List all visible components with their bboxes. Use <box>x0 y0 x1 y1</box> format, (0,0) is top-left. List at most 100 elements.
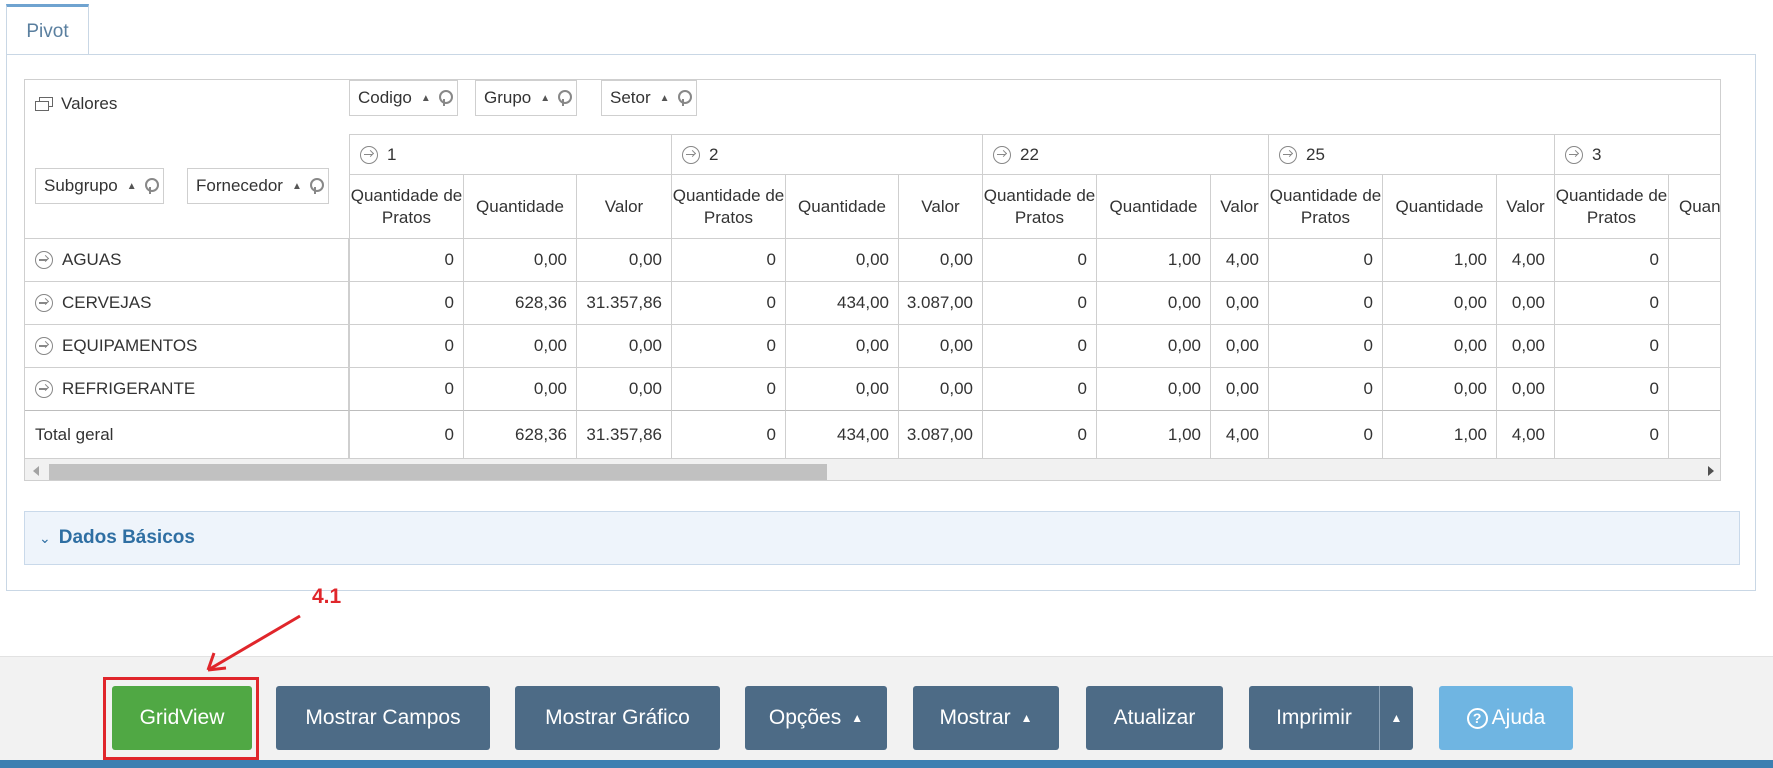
total-cell: 0 <box>349 410 463 458</box>
table-cell: 0 <box>349 324 463 367</box>
filter-icon[interactable] <box>144 178 159 194</box>
expand-arrow-icon[interactable] <box>35 294 53 312</box>
imprimir-dropdown-button[interactable]: ▲ <box>1380 686 1413 750</box>
atualizar-label: Atualizar <box>1113 706 1196 729</box>
imprimir-button[interactable]: Imprimir <box>1249 686 1379 750</box>
column-group-label: 22 <box>1020 144 1039 164</box>
row-header-label: EQUIPAMENTOS <box>62 336 198 355</box>
table-cell: 0,00 <box>1382 367 1496 410</box>
measure-header: Valor <box>898 174 982 238</box>
measure-header: Quan <box>1668 174 1720 238</box>
mostrar-label: Mostrar <box>939 706 1011 729</box>
measure-header: Valor <box>576 174 671 238</box>
imprimir-label: Imprimir <box>1276 706 1352 729</box>
measure-header: Quantidade <box>1382 174 1496 238</box>
column-group-header[interactable]: 3 <box>1554 134 1720 174</box>
expand-arrow-icon[interactable] <box>1279 145 1297 164</box>
column-group-header[interactable]: 2 <box>671 134 982 174</box>
mostrar-button[interactable]: Mostrar ▲ <box>913 686 1059 750</box>
total-cell: 628,36 <box>463 410 576 458</box>
row-field-fornecedor[interactable]: Fornecedor ▲ <box>187 168 329 204</box>
mostrar-campos-label: Mostrar Campos <box>305 706 461 729</box>
expand-arrow-icon[interactable] <box>360 145 378 164</box>
column-group-label: 1 <box>387 144 397 164</box>
expand-arrow-icon[interactable] <box>1565 145 1583 164</box>
annotation-label: 4.1 <box>312 585 342 608</box>
table-cell: 0 <box>1268 281 1382 324</box>
table-cell: 4,00 <box>1496 238 1554 281</box>
table-cell: 434,00 <box>785 281 898 324</box>
table-cell: 0 <box>349 367 463 410</box>
atualizar-button[interactable]: Atualizar <box>1086 686 1223 750</box>
table-cell: 31.357,86 <box>576 281 671 324</box>
table-cell: 0,00 <box>576 324 671 367</box>
table-cell: 0 <box>982 367 1096 410</box>
table-cell: 4,00 <box>1210 238 1268 281</box>
tab-pivot[interactable]: Pivot <box>6 4 89 56</box>
filter-icon[interactable] <box>438 90 453 106</box>
data-fields-icon <box>35 97 53 111</box>
filter-icon[interactable] <box>558 90 573 106</box>
measure-header: Quantidade <box>463 174 576 238</box>
mostrar-grafico-button[interactable]: Mostrar Gráfico <box>515 686 720 750</box>
row-field-subgrupo[interactable]: Subgrupo ▲ <box>35 168 164 204</box>
table-cell: 0,00 <box>898 367 982 410</box>
column-group-header[interactable]: 25 <box>1268 134 1554 174</box>
filter-icon[interactable] <box>677 90 692 106</box>
table-cell: 0 <box>1268 324 1382 367</box>
expand-arrow-icon[interactable] <box>35 337 53 355</box>
total-cell <box>1668 410 1720 458</box>
horizontal-scrollbar[interactable] <box>25 458 1720 480</box>
filter-icon[interactable] <box>309 178 324 194</box>
column-field-setor[interactable]: Setor ▲ <box>601 80 697 116</box>
table-cell: 0,00 <box>1382 324 1496 367</box>
annotation-arrow-icon <box>206 614 301 672</box>
column-field-codigo[interactable]: Codigo ▲ <box>349 80 458 116</box>
column-field-grupo[interactable]: Grupo ▲ <box>475 80 578 116</box>
table-cell: 0 <box>349 238 463 281</box>
total-cell: 0 <box>1268 410 1382 458</box>
scroll-left-icon[interactable] <box>33 466 39 476</box>
row-header-equipamentos[interactable]: EQUIPAMENTOS <box>25 324 349 367</box>
dados-basicos-panel[interactable]: ⌄ Dados Básicos <box>24 511 1740 565</box>
total-cell: 1,00 <box>1096 410 1210 458</box>
caret-up-icon: ▲ <box>851 711 864 725</box>
scroll-right-icon[interactable] <box>1708 466 1714 476</box>
row-header-cervejas[interactable]: CERVEJAS <box>25 281 349 324</box>
total-cell: 0 <box>1554 410 1668 458</box>
expand-arrow-icon[interactable] <box>993 145 1011 164</box>
row-header-aguas[interactable]: AGUAS <box>25 238 349 281</box>
table-cell: 0,00 <box>1096 367 1210 410</box>
measure-header: Quantidade <box>785 174 898 238</box>
measure-header: Quantidade de Pratos <box>349 174 463 238</box>
expand-arrow-icon[interactable] <box>35 251 53 269</box>
row-field-label: Fornecedor <box>196 176 283 195</box>
sort-asc-icon[interactable]: ▲ <box>540 93 550 104</box>
total-cell: 1,00 <box>1382 410 1496 458</box>
sort-asc-icon[interactable]: ▲ <box>660 93 670 104</box>
table-cell: 3.087,00 <box>898 281 982 324</box>
tab-pivot-label: Pivot <box>26 20 69 42</box>
table-cell: 0,00 <box>463 367 576 410</box>
table-cell: 628,36 <box>463 281 576 324</box>
expand-arrow-icon[interactable] <box>35 380 53 398</box>
measure-header: Valor <box>1496 174 1554 238</box>
row-header-label: CERVEJAS <box>62 293 152 312</box>
mostrar-campos-button[interactable]: Mostrar Campos <box>276 686 490 750</box>
column-group-header[interactable]: 22 <box>982 134 1268 174</box>
sort-asc-icon[interactable]: ▲ <box>127 181 137 192</box>
table-cell: 0,00 <box>1496 367 1554 410</box>
total-cell: 4,00 <box>1496 410 1554 458</box>
measure-header: Valor <box>1210 174 1268 238</box>
ajuda-button[interactable]: ? Ajuda <box>1439 686 1573 750</box>
row-header-refrigerante[interactable]: REFRIGERANTE <box>25 367 349 410</box>
sort-asc-icon[interactable]: ▲ <box>292 181 302 192</box>
scrollbar-thumb[interactable] <box>49 464 827 480</box>
column-group-header[interactable]: 1 <box>349 134 671 174</box>
opcoes-button[interactable]: Opções ▲ <box>745 686 887 750</box>
table-cell: 0 <box>1268 238 1382 281</box>
table-cell: 0,00 <box>463 238 576 281</box>
expand-arrow-icon[interactable] <box>682 145 700 164</box>
sort-asc-icon[interactable]: ▲ <box>421 93 431 104</box>
table-cell: 0,00 <box>1382 281 1496 324</box>
